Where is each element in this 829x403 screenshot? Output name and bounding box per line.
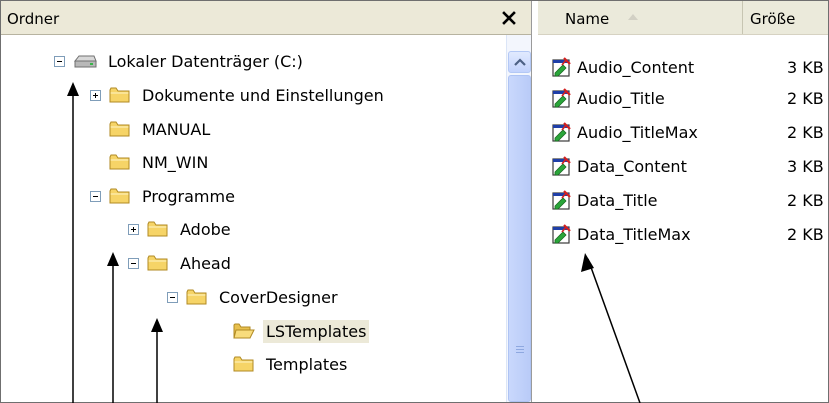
tree-item-label: NM_WIN	[142, 152, 209, 172]
tree-item-label: LSTemplates	[263, 319, 370, 343]
tree-item-dokumente[interactable]: Dokumente und Einstellungen	[90, 81, 387, 109]
file-list-header: Name Größe	[538, 1, 828, 35]
close-icon	[502, 11, 516, 25]
column-header-name[interactable]: Name	[538, 1, 743, 34]
expand-icon[interactable]	[128, 223, 139, 235]
sort-ascending-icon	[628, 14, 638, 20]
tree-item-coverdesigner[interactable]: CoverDesigner	[167, 283, 341, 311]
file-name: Audio_Title	[577, 88, 665, 108]
template-file-icon	[550, 121, 572, 143]
collapse-icon[interactable]	[167, 291, 178, 303]
tree-item-label: Programme	[142, 186, 235, 206]
scroll-thumb[interactable]	[508, 75, 531, 402]
folder-icon	[186, 288, 208, 306]
file-name: Data_TitleMax	[577, 224, 691, 244]
file-size: 3 KB	[787, 156, 824, 176]
folder-icon	[147, 254, 169, 272]
tree-item-label: Templates	[266, 354, 348, 374]
folder-icon	[109, 86, 131, 104]
folders-pane-title: Ordner	[7, 10, 60, 28]
tree-item-label: Dokumente und Einstellungen	[142, 85, 384, 105]
tree-item-label: Lokaler Datenträger (C:)	[108, 51, 303, 71]
column-header-name-label: Name	[565, 10, 610, 28]
file-row[interactable]: Audio_Title	[550, 84, 665, 112]
chevron-up-icon	[514, 58, 526, 66]
expand-icon[interactable]	[90, 89, 101, 101]
tree-item-label: Ahead	[180, 253, 231, 273]
template-file-icon	[550, 155, 572, 177]
folder-tree-scrollbar[interactable]	[506, 35, 531, 402]
file-row[interactable]: Data_Content	[550, 152, 687, 180]
template-file-icon	[550, 223, 572, 245]
collapse-icon[interactable]	[128, 257, 139, 269]
file-name: Data_Content	[577, 156, 687, 176]
folder-icon	[109, 187, 131, 205]
folder-icon	[233, 355, 255, 373]
file-row[interactable]: Data_TitleMax	[550, 220, 691, 248]
file-size: 2 KB	[787, 88, 824, 108]
folders-pane-header: Ordner	[1, 1, 531, 35]
column-header-size-label: Größe	[750, 10, 796, 28]
tree-item-adobe[interactable]: Adobe	[128, 215, 234, 243]
template-file-icon	[550, 189, 572, 211]
tree-item-label: MANUAL	[142, 119, 211, 139]
file-size: 3 KB	[787, 57, 824, 77]
grip-icon	[516, 346, 524, 354]
file-size: 2 KB	[787, 190, 824, 210]
folder-icon	[147, 220, 169, 238]
template-file-icon	[550, 56, 572, 78]
file-name: Data_Title	[577, 190, 658, 210]
open-folder-icon	[233, 322, 255, 340]
scroll-up-button[interactable]	[508, 51, 531, 73]
folder-icon	[109, 120, 131, 138]
column-header-size[interactable]: Größe	[744, 1, 828, 34]
tree-item-programme[interactable]: Programme	[90, 182, 238, 210]
file-list-pane: Name Größe Audio_Content 3 KB Audio_Titl…	[538, 1, 828, 402]
collapse-icon[interactable]	[90, 190, 101, 202]
close-folders-pane-button[interactable]	[495, 5, 523, 31]
tree-item-lstemplates[interactable]: LSTemplates	[233, 317, 370, 345]
template-file-icon	[550, 87, 572, 109]
tree-item-label: CoverDesigner	[219, 287, 338, 307]
tree-item-ahead[interactable]: Ahead	[128, 249, 234, 277]
tree-item-nm-win[interactable]: NM_WIN	[109, 148, 211, 176]
folder-icon	[109, 153, 131, 171]
folders-pane: Ordner Lokaler Datenträger (C:) Dokument…	[1, 1, 532, 402]
tree-item-manual[interactable]: MANUAL	[109, 115, 213, 143]
tree-item-templates[interactable]: Templates	[233, 350, 350, 378]
file-size: 2 KB	[787, 122, 824, 142]
file-row[interactable]: Audio_Content	[550, 53, 694, 81]
file-size: 2 KB	[787, 224, 824, 244]
folder-tree: Lokaler Datenträger (C:) Dokumente und E…	[1, 35, 506, 402]
tree-item-label: Adobe	[180, 219, 231, 239]
file-row[interactable]: Audio_TitleMax	[550, 118, 698, 146]
drive-icon	[73, 52, 97, 70]
explorer-window: Ordner Lokaler Datenträger (C:) Dokument…	[0, 0, 829, 403]
tree-item-local-disk[interactable]: Lokaler Datenträger (C:)	[54, 47, 306, 75]
collapse-icon[interactable]	[54, 55, 65, 67]
file-row[interactable]: Data_Title	[550, 186, 658, 214]
file-name: Audio_Content	[577, 57, 695, 77]
file-name: Audio_TitleMax	[577, 122, 698, 142]
